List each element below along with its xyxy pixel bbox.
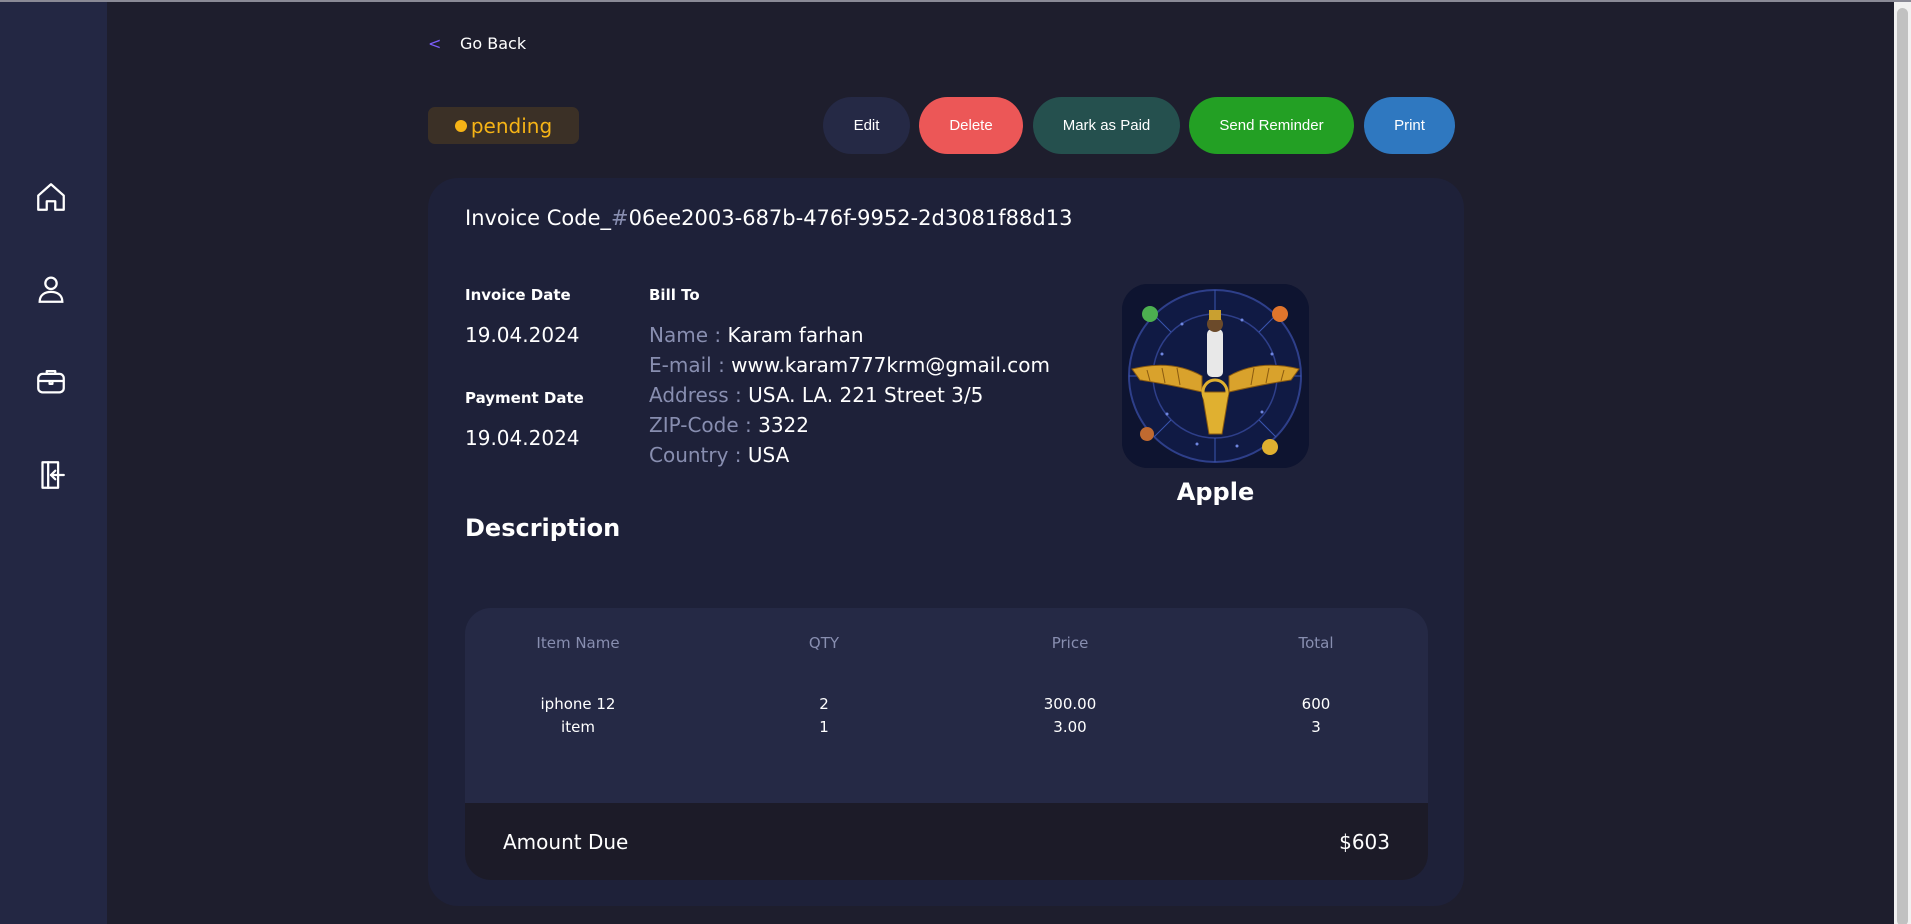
go-back-label: Go Back — [460, 34, 527, 53]
bill-to-address: Address : USA. LA. 221 Street 3/5 — [649, 383, 983, 407]
bill-to-email: E-mail : www.karam777krm@gmail.com — [649, 353, 1050, 377]
country-label: Country : — [649, 443, 742, 467]
table-cell: 600 — [1301, 695, 1331, 713]
scrollbar-thumb[interactable] — [1897, 8, 1908, 924]
bill-to-label: Bill To — [649, 286, 700, 304]
print-button[interactable]: Print — [1364, 97, 1455, 154]
country-value: USA — [747, 443, 790, 467]
column-header-total: Total — [1298, 634, 1334, 652]
column-header-item-name: Item Name — [536, 634, 620, 652]
zip-label: ZIP-Code : — [649, 413, 752, 437]
email-value: www.karam777krm@gmail.com — [731, 353, 1050, 377]
logout-icon[interactable] — [30, 454, 72, 496]
table-cell: 3.00 — [1053, 718, 1087, 736]
scrollbar[interactable] — [1894, 2, 1911, 924]
mark-as-paid-button[interactable]: Mark as Paid — [1033, 97, 1180, 154]
table-cell: 300.00 — [1043, 695, 1097, 713]
status-label: pending — [470, 113, 553, 138]
items-table: Item Name QTY Price Total iphone 12 2 30… — [465, 608, 1428, 880]
column-header-price: Price — [1051, 634, 1089, 652]
name-value: Karam farhan — [727, 323, 864, 347]
window-top-border — [0, 0, 1911, 2]
table-cell: 3 — [1311, 718, 1321, 736]
invoice-code-prefix: Invoice Code_ — [465, 206, 612, 230]
invoice-date-value: 19.04.2024 — [465, 323, 580, 347]
send-reminder-button[interactable]: Send Reminder — [1189, 97, 1354, 154]
bill-to-zip: ZIP-Code : 3322 — [649, 413, 809, 437]
name-label: Name : — [649, 323, 722, 347]
address-value: USA. LA. 221 Street 3/5 — [748, 383, 984, 407]
user-icon[interactable] — [30, 268, 72, 310]
invoice-card: Invoice Code_#06ee2003-687b-476f-9952-2d… — [428, 178, 1464, 906]
chevron-left-icon: < — [428, 34, 442, 53]
edit-button[interactable]: Edit — [823, 97, 910, 154]
go-back-link[interactable]: < Go Back — [428, 34, 526, 53]
home-icon[interactable] — [30, 176, 72, 218]
status-badge: pending — [428, 107, 579, 144]
email-label: E-mail : — [649, 353, 725, 377]
sidebar — [0, 2, 107, 924]
address-label: Address : — [649, 383, 742, 407]
amount-due-label: Amount Due — [503, 830, 629, 854]
invoice-date-label: Invoice Date — [465, 286, 571, 304]
column-header-qty: QTY — [808, 634, 840, 652]
invoice-code: Invoice Code_#06ee2003-687b-476f-9952-2d… — [465, 206, 1072, 230]
payment-date-label: Payment Date — [465, 389, 584, 407]
briefcase-icon[interactable] — [30, 360, 72, 402]
table-cell: iphone 12 — [540, 695, 616, 713]
table-cell: 2 — [819, 695, 829, 713]
invoice-code-hash: # — [611, 206, 629, 230]
amount-due-bar: Amount Due $603 — [465, 803, 1428, 880]
company-name: Apple — [1176, 478, 1255, 506]
status-dot — [454, 119, 467, 132]
payment-date-value: 19.04.2024 — [465, 426, 580, 450]
zip-value: 3322 — [758, 413, 809, 437]
invoice-code-value: 06ee2003-687b-476f-9952-2d3081f88d13 — [628, 206, 1073, 230]
company-logo — [1122, 284, 1309, 468]
amount-due-value: $603 — [1339, 830, 1390, 854]
table-cell: 1 — [819, 718, 829, 736]
bill-to-country: Country : USA — [649, 443, 789, 467]
description-title: Description — [465, 514, 621, 542]
bill-to-name: Name : Karam farhan — [649, 323, 864, 347]
table-cell: item — [561, 718, 595, 736]
delete-button[interactable]: Delete — [919, 97, 1023, 154]
